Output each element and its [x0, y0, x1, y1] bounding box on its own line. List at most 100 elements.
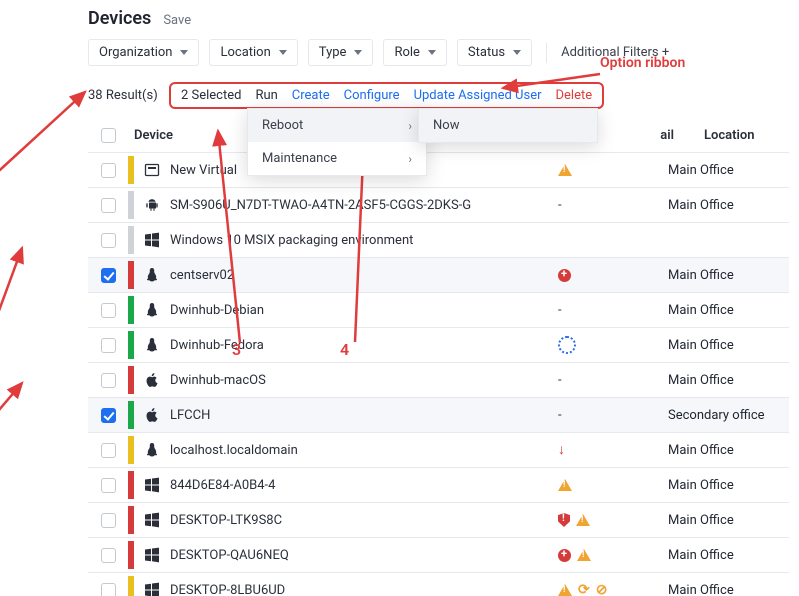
menu-item-reboot-now[interactable]: Now: [419, 109, 597, 142]
device-name[interactable]: DESKTOP-8LBU6UD: [170, 583, 285, 596]
blocked-icon: ⊘: [596, 582, 608, 596]
os-icon: [144, 442, 160, 458]
os-icon: [144, 547, 160, 563]
os-icon: [144, 512, 160, 528]
device-location: Main Office: [668, 163, 734, 178]
status-bar: [128, 576, 134, 596]
warning-icon: [577, 549, 591, 561]
filter-type[interactable]: Type: [308, 39, 374, 66]
device-location: Main Office: [668, 478, 734, 493]
device-location: Main Office: [668, 513, 734, 528]
os-icon: [144, 197, 160, 213]
status-bar: [128, 366, 134, 394]
menu-item-maintenance[interactable]: Maintenance ›: [248, 142, 426, 175]
run-menu: Reboot › Maintenance ›: [247, 108, 427, 176]
chevron-down-icon: [279, 50, 287, 55]
status-bar: [128, 506, 134, 534]
warning-icon: [558, 584, 572, 596]
menu-item-reboot[interactable]: Reboot ›: [248, 109, 426, 142]
row-checkbox[interactable]: [101, 478, 116, 493]
device-location: Main Office: [668, 548, 734, 563]
status-bar: [128, 296, 134, 324]
filter-status-label: Status: [468, 45, 505, 60]
filter-role[interactable]: Role: [383, 39, 446, 66]
filter-location[interactable]: Location: [209, 39, 297, 66]
row-checkbox[interactable]: [101, 268, 116, 283]
table-row[interactable]: localhost.localdomain↓Main Office: [88, 433, 789, 468]
device-location: Main Office: [668, 373, 734, 388]
action-configure[interactable]: Configure: [344, 88, 400, 103]
filter-status[interactable]: Status: [457, 39, 532, 66]
table-row[interactable]: Dwinhub-Debian-Main Office: [88, 293, 789, 328]
action-run[interactable]: Run: [255, 88, 277, 103]
filter-organization[interactable]: Organization: [88, 39, 199, 66]
device-name[interactable]: DESKTOP-QAU6NEQ: [170, 548, 289, 563]
status-bar: [128, 261, 134, 289]
save-link[interactable]: Save: [163, 13, 191, 28]
row-checkbox[interactable]: [101, 443, 116, 458]
warning-icon: [558, 164, 572, 176]
device-name[interactable]: 844D6E84-A0B4-4: [170, 478, 275, 493]
table-row[interactable]: DESKTOP-8LBU6UD⟳⊘Main Office: [88, 573, 789, 596]
row-checkbox[interactable]: [101, 583, 116, 596]
table-row[interactable]: centserv02Main Office: [88, 258, 789, 293]
os-icon: [144, 477, 160, 493]
row-checkbox[interactable]: [101, 408, 116, 423]
status-cell: [558, 269, 668, 282]
row-checkbox[interactable]: [101, 303, 116, 318]
menu-item-reboot-now-label: Now: [433, 118, 459, 133]
os-icon: [144, 267, 160, 283]
shield-alert-icon: [558, 513, 570, 527]
filter-location-label: Location: [220, 45, 270, 60]
col-header-location[interactable]: Location: [704, 128, 789, 143]
chevron-down-icon: [180, 50, 188, 55]
row-checkbox[interactable]: [101, 338, 116, 353]
table-row[interactable]: SM-S906U_N7DT-TWAO-A4TN-2ASF5-CGGS-2DKS-…: [88, 188, 789, 223]
menu-item-maintenance-label: Maintenance: [262, 151, 337, 166]
device-name[interactable]: LFCCH: [170, 408, 210, 423]
page-title: Devices: [88, 8, 151, 29]
os-icon: [144, 407, 160, 423]
table-row[interactable]: DESKTOP-LTK9S8C Main Office: [88, 503, 789, 538]
status-bar: [128, 331, 134, 359]
device-location: Main Office: [668, 268, 734, 283]
filter-type-label: Type: [319, 45, 347, 60]
status-cell: [558, 549, 668, 562]
os-icon: [144, 232, 160, 248]
arrow-2: [0, 84, 125, 244]
no-status: -: [558, 198, 562, 213]
action-create[interactable]: Create: [292, 88, 330, 103]
os-icon: [144, 302, 160, 318]
os-icon: [144, 162, 160, 178]
arrow-option-ribbon: [495, 68, 605, 96]
chevron-down-icon: [428, 50, 436, 55]
table-row[interactable]: Dwinhub-macOS - Main Office: [88, 363, 789, 398]
row-checkbox[interactable]: [101, 373, 116, 388]
sync-icon: ⟳: [578, 582, 590, 596]
device-location: Main Office: [668, 443, 734, 458]
table-row[interactable]: Dwinhub-FedoraMain Office: [88, 328, 789, 363]
status-bar: [128, 226, 134, 254]
no-status: -: [558, 373, 562, 388]
status-cell: -: [558, 198, 668, 213]
no-status: -: [558, 408, 562, 423]
device-name[interactable]: DESKTOP-LTK9S8C: [170, 513, 282, 528]
chevron-down-icon: [513, 50, 521, 55]
critical-icon: [558, 269, 571, 282]
table-row[interactable]: DESKTOP-QAU6NEQ Main Office: [88, 538, 789, 573]
device-name[interactable]: localhost.localdomain: [170, 443, 298, 458]
row-checkbox[interactable]: [101, 548, 116, 563]
row-checkbox[interactable]: [101, 513, 116, 528]
table-row[interactable]: New VirtualMain Office: [88, 153, 789, 188]
device-name[interactable]: Dwinhub-macOS: [170, 373, 266, 388]
device-location: Main Office: [668, 198, 734, 213]
table-row[interactable]: LFCCH-Secondary office: [88, 398, 789, 433]
status-cell: [558, 336, 668, 354]
table-row[interactable]: Windows 10 MSIX packaging environment: [88, 223, 789, 258]
reboot-menu: Now: [418, 108, 598, 143]
annotation-4: 4: [340, 340, 349, 359]
os-icon: [144, 337, 160, 353]
table-row[interactable]: 844D6E84-A0B4-4 Main Office: [88, 468, 789, 503]
status-bar: [128, 191, 134, 219]
warning-icon: [576, 514, 590, 526]
